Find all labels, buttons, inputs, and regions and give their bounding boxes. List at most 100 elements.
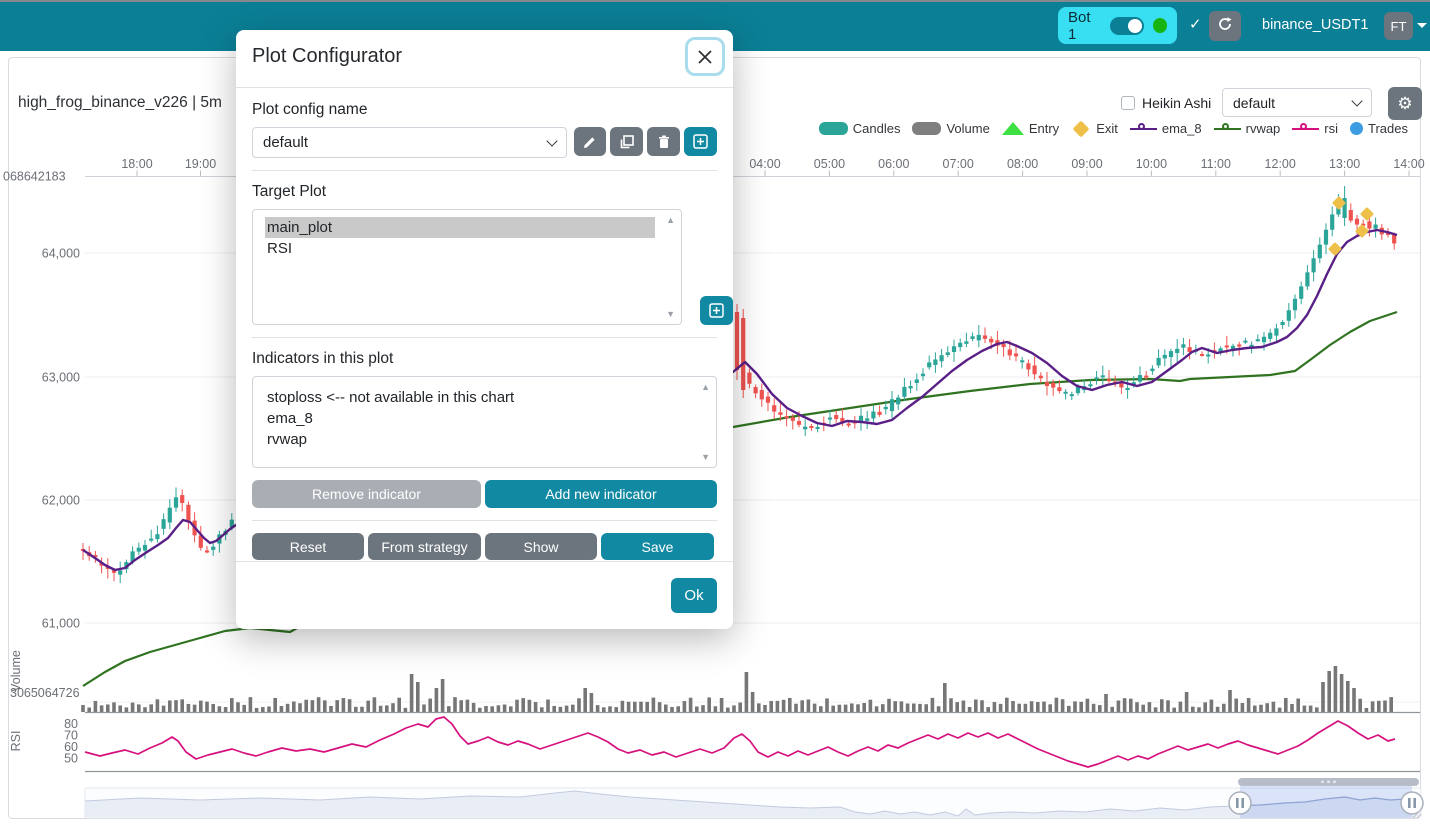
bot-selector[interactable]: Bot 1 bbox=[1058, 7, 1177, 44]
volume-bar bbox=[1185, 692, 1189, 712]
volume-bar bbox=[143, 707, 147, 712]
volume-bar bbox=[373, 697, 377, 712]
from-strategy-button[interactable]: From strategy bbox=[368, 533, 481, 560]
handle-grip bbox=[1241, 798, 1244, 808]
candle bbox=[1008, 349, 1012, 355]
pencil-icon bbox=[583, 135, 597, 149]
scroll-up-icon[interactable]: ▲ bbox=[701, 382, 710, 392]
candle bbox=[1014, 353, 1018, 356]
close-button[interactable] bbox=[685, 37, 725, 76]
refresh-button[interactable] bbox=[1209, 11, 1241, 41]
volume-bar bbox=[335, 700, 339, 712]
volume-bar bbox=[714, 706, 718, 712]
volume-bar bbox=[819, 706, 823, 712]
legend-item-ema_8[interactable]: ema_8 bbox=[1130, 121, 1202, 136]
save-button[interactable]: Save bbox=[601, 533, 714, 560]
legend-item-entry[interactable]: Entry bbox=[1002, 121, 1059, 136]
scrollbar[interactable]: ▲ ▼ bbox=[701, 382, 710, 462]
exit-marker-icon bbox=[1328, 242, 1342, 256]
indicator-item[interactable]: rvwap bbox=[265, 429, 690, 450]
add-new-indicator-button[interactable]: Add new indicator bbox=[485, 480, 717, 508]
delete-config-button[interactable] bbox=[647, 127, 680, 156]
volume-bar bbox=[484, 706, 488, 712]
candle bbox=[741, 318, 745, 390]
ok-button[interactable]: Ok bbox=[671, 578, 717, 613]
chevron-down-icon[interactable] bbox=[1417, 23, 1427, 28]
candle bbox=[1095, 377, 1099, 379]
candle bbox=[1157, 358, 1161, 365]
volume-bar bbox=[893, 701, 897, 712]
volume-bar bbox=[974, 699, 978, 712]
candle bbox=[137, 548, 141, 552]
volume-bar bbox=[1073, 701, 1077, 712]
volume-bar bbox=[1371, 701, 1375, 712]
add-config-button[interactable] bbox=[684, 127, 717, 156]
candle bbox=[1144, 376, 1148, 378]
legend-item-trades[interactable]: Trades bbox=[1350, 121, 1408, 136]
indicators-list[interactable]: ▲ ▼ stoploss <-- not available in this c… bbox=[252, 376, 717, 468]
indicator-item[interactable]: stoploss <-- not available in this chart bbox=[265, 387, 690, 408]
datazoom-window[interactable] bbox=[1240, 786, 1412, 818]
legend-item-rvwap[interactable]: rvwap bbox=[1214, 121, 1281, 136]
legend-item-rsi[interactable]: rsi bbox=[1292, 121, 1338, 136]
plot-config-select[interactable]: default bbox=[1222, 88, 1372, 117]
volume-bar bbox=[1079, 702, 1083, 712]
candle bbox=[1138, 375, 1142, 382]
refresh-icon bbox=[1217, 16, 1233, 37]
volume-bar bbox=[286, 704, 290, 712]
target-plot-item[interactable]: main_plot bbox=[265, 217, 655, 238]
duplicate-config-button[interactable] bbox=[610, 127, 643, 156]
candle bbox=[933, 359, 937, 364]
avatar[interactable]: FT bbox=[1384, 12, 1413, 40]
candle bbox=[847, 424, 851, 426]
volume-bar bbox=[955, 702, 959, 712]
scroll-down-icon[interactable]: ▼ bbox=[701, 452, 710, 462]
show-button[interactable]: Show bbox=[485, 533, 597, 560]
candle bbox=[1374, 225, 1378, 229]
handle-grip bbox=[1408, 798, 1411, 808]
volume-bar bbox=[1309, 706, 1313, 712]
config-name-select[interactable]: default bbox=[252, 127, 567, 158]
add-plot-button[interactable] bbox=[700, 296, 733, 325]
volume-bar bbox=[645, 702, 649, 712]
candle bbox=[1299, 286, 1303, 298]
scrollbar[interactable]: ▲ ▼ bbox=[666, 215, 675, 319]
candle bbox=[971, 336, 975, 339]
volume-bar bbox=[1011, 701, 1015, 712]
volume-bar bbox=[800, 700, 804, 712]
volume-bar bbox=[838, 705, 842, 712]
candle bbox=[1318, 245, 1322, 259]
trades-legend-icon bbox=[1350, 122, 1363, 135]
volume-bar bbox=[807, 699, 811, 712]
volume-legend-icon bbox=[912, 122, 941, 135]
reset-button[interactable]: Reset bbox=[252, 533, 364, 560]
candle bbox=[772, 405, 776, 411]
candle bbox=[1002, 344, 1006, 347]
volume-bar bbox=[949, 698, 953, 712]
remove-indicator-button[interactable]: Remove indicator bbox=[252, 480, 481, 508]
legend-item-exit[interactable]: Exit bbox=[1071, 121, 1118, 136]
scroll-up-icon[interactable]: ▲ bbox=[666, 215, 675, 225]
volume-bar bbox=[918, 704, 922, 712]
volume-bar bbox=[81, 705, 85, 712]
volume-bar bbox=[280, 706, 284, 712]
volume-bar bbox=[149, 704, 153, 712]
heikin-ashi-checkbox[interactable] bbox=[1121, 96, 1135, 110]
indicator-item[interactable]: ema_8 bbox=[265, 408, 690, 429]
edit-config-button[interactable] bbox=[574, 127, 607, 156]
target-plot-list[interactable]: ▲ ▼ main_plotRSI bbox=[252, 209, 682, 325]
volume-bar bbox=[1296, 699, 1300, 712]
volume-bar bbox=[391, 703, 395, 712]
scroll-down-icon[interactable]: ▼ bbox=[666, 309, 675, 319]
legend-item-volume[interactable]: Volume bbox=[912, 121, 989, 136]
volume-bar bbox=[354, 707, 358, 712]
target-plot-item[interactable]: RSI bbox=[265, 238, 655, 259]
candle bbox=[890, 399, 894, 411]
bot-online-toggle[interactable] bbox=[1110, 17, 1143, 35]
plot-settings-button[interactable]: ⚙ bbox=[1388, 87, 1422, 120]
indicators-label: Indicators in this plot bbox=[252, 350, 717, 368]
volume-bar bbox=[168, 700, 172, 712]
legend-item-candles[interactable]: Candles bbox=[819, 121, 901, 136]
volume-bar bbox=[94, 701, 98, 712]
datazoom-left-handle[interactable] bbox=[1229, 792, 1251, 814]
